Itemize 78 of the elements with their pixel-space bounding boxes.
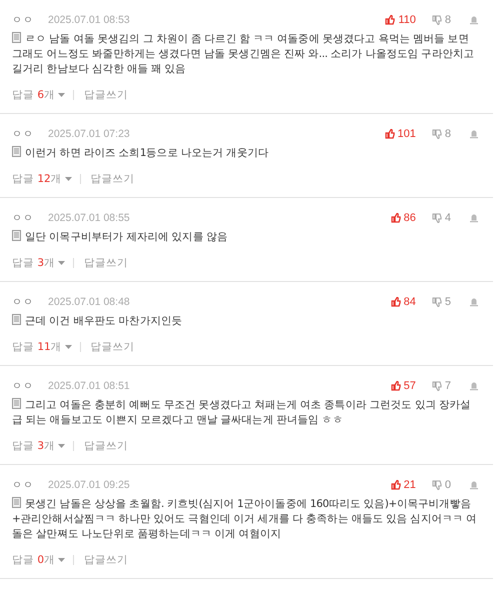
thumbs-up-icon [390,381,401,391]
dislike-button[interactable]: 7 [432,380,451,392]
thumbs-down-icon [432,480,442,490]
comment-date: 2025.07.01 09:25 [48,479,130,491]
bell-icon [469,381,479,391]
like-button[interactable]: 21 [390,479,416,491]
report-button[interactable] [469,129,479,139]
bell-icon [469,297,479,307]
thumbs-up-icon [390,480,401,490]
author-name: ㅇㅇ [12,14,34,27]
caret-icon [58,444,66,448]
dislike-button[interactable]: 5 [432,296,451,308]
memo-icon [12,497,21,508]
replies-toggle[interactable]: 답글 3개 [12,439,66,453]
author-name: ㅇㅇ [12,296,34,309]
author-name: ㅇㅇ [12,479,34,492]
write-reply-link[interactable]: 답글쓰기 [84,256,128,270]
bell-icon [469,129,479,139]
like-button[interactable]: 86 [390,212,416,224]
report-button[interactable] [469,381,479,391]
thumbs-down-icon [432,297,442,307]
author-name: ㅇㅇ [12,128,34,141]
bell-icon [469,15,479,25]
report-button[interactable] [469,480,479,490]
write-reply-link[interactable]: 답글쓰기 [84,439,128,453]
like-button[interactable]: 57 [390,380,416,392]
caret-icon [64,177,72,181]
thumbs-down-icon [432,15,442,25]
replies-toggle[interactable]: 답글 12개 [12,172,72,186]
memo-icon [12,146,21,157]
thumbs-down-icon [432,213,442,223]
memo-icon [12,32,21,43]
memo-icon [12,314,21,325]
comment-text: 일단 이목구비부터가 제자리에 있지를 않음 [12,230,479,245]
comment-text: 근데 이건 배우판도 마찬가지인듯 [12,314,479,329]
comment-date: 2025.07.01 08:55 [48,212,130,224]
thumbs-up-icon [390,297,401,307]
memo-icon [12,398,21,409]
thumbs-down-icon [432,129,442,139]
like-button[interactable]: 110 [385,14,416,26]
caret-icon [58,558,66,562]
dislike-button[interactable]: 8 [432,128,451,140]
like-button[interactable]: 101 [384,128,416,140]
thumbs-up-icon [385,15,396,25]
report-button[interactable] [469,213,479,223]
write-reply-link[interactable]: 답글쓰기 [84,553,128,567]
author-name: ㅇㅇ [12,212,34,225]
dislike-button[interactable]: 0 [432,479,451,491]
write-reply-link[interactable]: 답글쓰기 [84,88,128,102]
comment-date: 2025.07.01 08:53 [48,14,130,26]
comment-date: 2025.07.01 08:51 [48,380,130,392]
memo-icon [12,230,21,241]
caret-icon [58,261,66,265]
comment-date: 2025.07.01 07:23 [48,128,130,140]
author-name: ㅇㅇ [12,380,34,393]
like-button[interactable]: 84 [390,296,416,308]
write-reply-link[interactable]: 답글쓰기 [90,172,135,186]
thumbs-down-icon [432,381,442,391]
report-button[interactable] [469,15,479,25]
comment-text: 못생긴 남돌은 상상을 초월함. 키흐빗(심지어 1군아이돌중에 160따리도 있음)+이목구비개빻음+관리안해서살찜ㅋㅋ 하나만 있어도 극혐인데 이거 세개를 다 충족하는 애들도 있음 심지어ㅋㅋ 여돌은 살만쪄도 나노단위로 품평하는데ㅋㅋ 이게 여혐이지 [12,497,478,542]
replies-toggle[interactable]: 답글 3개 [12,256,66,270]
replies-toggle[interactable]: 답글 6개 [12,88,66,102]
write-reply-link[interactable]: 답글쓰기 [90,340,135,354]
dislike-button[interactable]: 8 [432,14,451,26]
thumbs-up-icon [390,213,401,223]
comment-date: 2025.07.01 08:48 [48,296,130,308]
replies-toggle[interactable]: 답글 0개 [12,553,66,567]
caret-icon [64,345,72,349]
caret-icon [58,93,66,97]
replies-toggle[interactable]: 답글 11개 [12,340,72,354]
comment-text: 그리고 여돌은 충분히 예뻐도 무조건 못생겼다고 쳐패는게 여초 종특이라 그런것도 있긔 장카설 급 되는 애들보고도 이쁜지 모르겠다고 맨날 글싸대는게 판녀들임 ㅎㅎ [12,398,472,428]
bell-icon [469,480,479,490]
bell-icon [469,213,479,223]
dislike-button[interactable]: 4 [432,212,451,224]
report-button[interactable] [469,297,479,307]
comment-text: 이런거 하면 라이즈 소희1등으로 나오는거 개웃기다 [12,146,479,161]
comment-text: ㄹㅇ 남돌 여돌 못생김의 그 차원이 좀 다르긴 함 ㅋㅋ 여돌중에 못생겼다고 욕먹는 멤버들 보면 그래도 어느정도 봐줄만하게는 생겼다면 남돌 못생긴멤은 진짜 와... 소리가 나올정도임 구라안치고 길거리 한남보다 심각한 애들 꽤 있음 [12,32,476,77]
thumbs-up-icon [384,129,395,139]
